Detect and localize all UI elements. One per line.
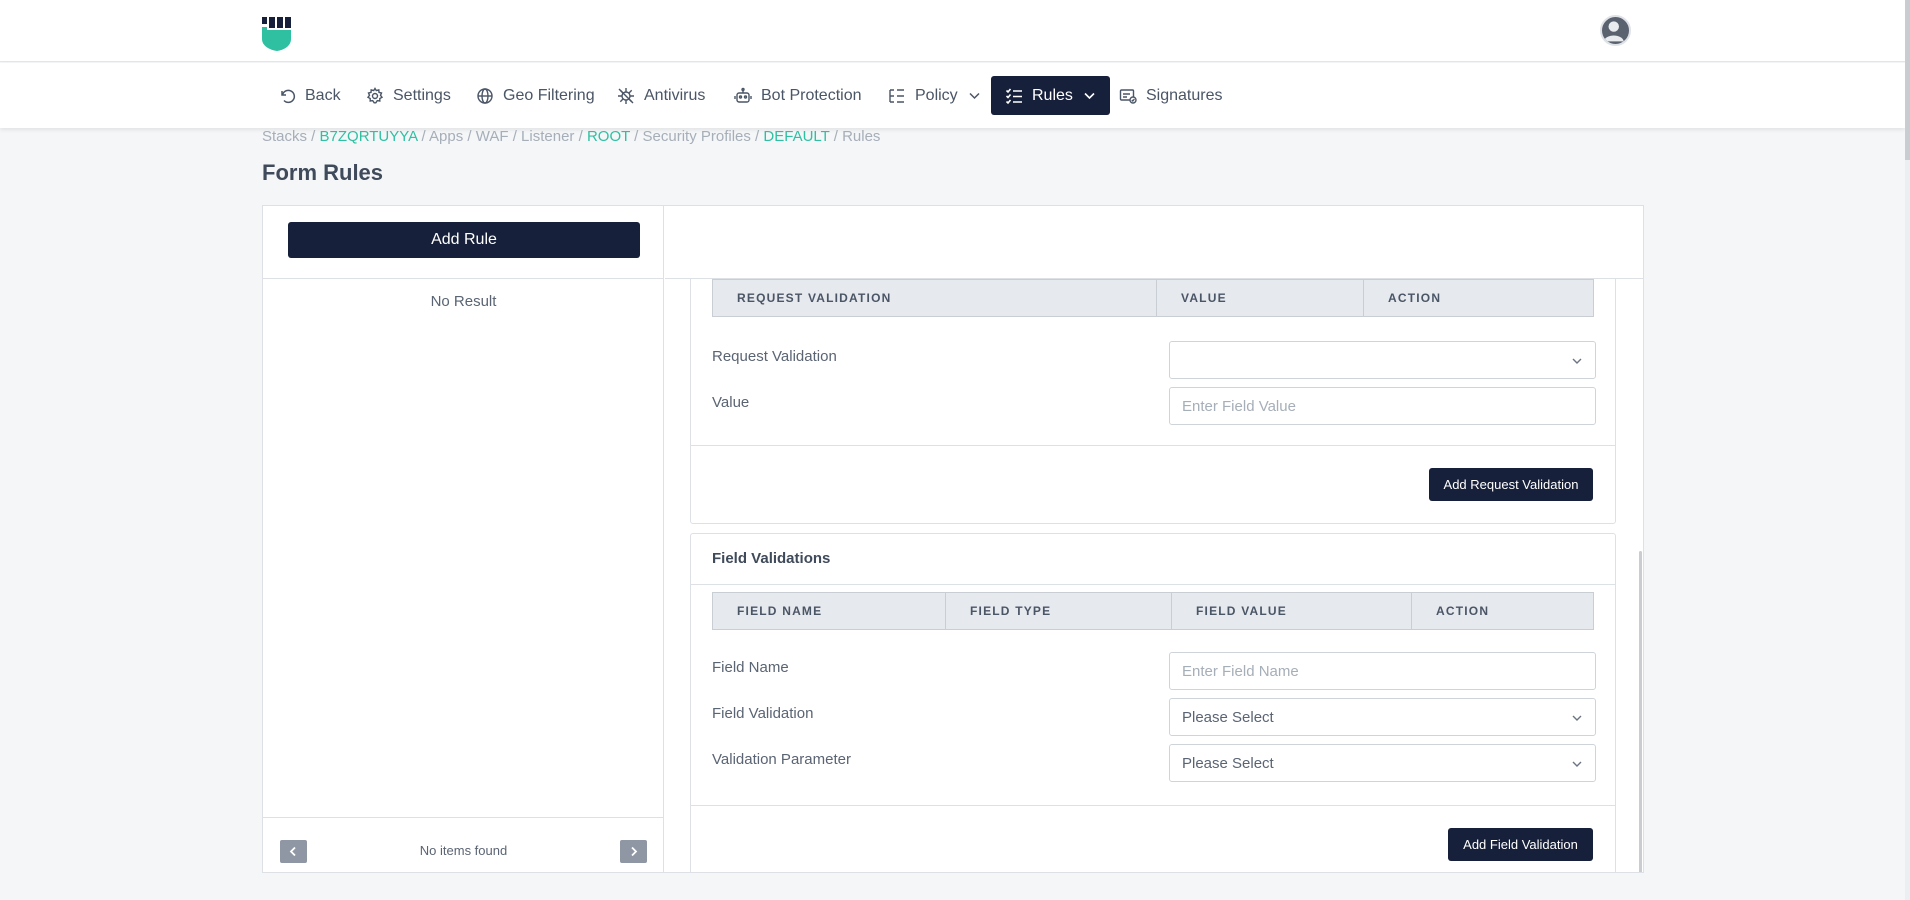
page-title: Form Rules — [262, 160, 384, 185]
chevron-right-icon — [631, 846, 638, 857]
nav-bar: Back Settings Geo Filtering Antivirus Bo… — [0, 63, 1905, 128]
rules-panel: Add Rule No Result No items found REQUES… — [262, 205, 1644, 873]
breadcrumb-rules: Rules — [842, 128, 881, 145]
breadcrumb-stacks[interactable]: Stacks — [262, 128, 307, 145]
column-header: FIELD VALUE — [1172, 593, 1412, 629]
field-validations-table-header: FIELD NAME FIELD TYPE FIELD VALUE ACTION — [712, 592, 1594, 630]
divider — [263, 278, 664, 279]
empty-list-message: No Result — [430, 293, 497, 310]
detail-scrollbar-thumb[interactable] — [1639, 551, 1642, 872]
request-validation-card: REQUEST VALIDATION VALUE ACTION Request … — [690, 279, 1616, 524]
nav-rules[interactable]: Rules — [991, 76, 1110, 115]
field-name-label: Field Name — [712, 659, 789, 676]
value-label: Value — [712, 394, 750, 411]
next-page-button[interactable] — [620, 840, 647, 863]
add-rule-button[interactable]: Add Rule — [288, 222, 640, 258]
pagination: No items found — [263, 817, 664, 872]
nav-back[interactable]: Back — [278, 76, 341, 115]
column-header: FIELD TYPE — [946, 593, 1172, 629]
field-validation-select-value: Please Select — [1182, 708, 1274, 726]
nav-geo-filtering-label: Geo Filtering — [503, 86, 595, 104]
breadcrumb-waf[interactable]: WAF — [476, 128, 509, 145]
value-input[interactable]: Enter Field Value — [1169, 387, 1596, 425]
breadcrumb-apps[interactable]: Apps — [429, 128, 463, 145]
validation-parameter-label: Validation Parameter — [712, 751, 851, 768]
divider — [691, 445, 1615, 446]
nav-back-label: Back — [305, 86, 341, 104]
field-validations-card: Field Validations FIELD NAME FIELD TYPE … — [690, 533, 1616, 872]
breadcrumb: Stacks / B7ZQRTUYYA / Apps / WAF / Liste… — [262, 128, 881, 145]
divider — [691, 805, 1615, 806]
nav-policy[interactable]: Policy — [888, 76, 981, 115]
rule-detail-area: REQUEST VALIDATION VALUE ACTION Request … — [665, 279, 1643, 872]
policy-icon — [889, 88, 904, 103]
request-validation-label: Request Validation — [712, 348, 837, 365]
undo-icon — [281, 89, 296, 103]
list-check-icon — [1005, 87, 1022, 104]
column-header: REQUEST VALIDATION — [713, 280, 1157, 316]
robot-icon — [734, 87, 752, 103]
user-avatar[interactable] — [1600, 15, 1631, 46]
add-request-validation-button[interactable]: Add Request Validation — [1429, 468, 1593, 501]
request-validation-select[interactable] — [1169, 341, 1596, 379]
column-header: ACTION — [1436, 604, 1490, 618]
breadcrumb-root[interactable]: ROOT — [587, 128, 630, 145]
nav-bot-protection-label: Bot Protection — [761, 86, 862, 104]
add-field-validation-button[interactable]: Add Field Validation — [1448, 828, 1593, 861]
nav-rules-label: Rules — [1032, 86, 1073, 104]
globe-icon — [477, 87, 493, 104]
nav-signatures[interactable]: Signatures — [1119, 76, 1223, 115]
column-header: FIELD NAME — [713, 593, 946, 629]
logo-icon[interactable] — [262, 17, 292, 51]
virus-icon — [618, 87, 634, 104]
nav-geo-filtering[interactable]: Geo Filtering — [476, 76, 595, 115]
divider — [691, 584, 1615, 585]
nav-antivirus[interactable]: Antivirus — [617, 76, 705, 115]
validation-parameter-select-value: Please Select — [1182, 754, 1274, 772]
column-header: VALUE — [1157, 280, 1364, 316]
breadcrumb-security-profiles[interactable]: Security Profiles — [643, 128, 751, 145]
nav-policy-label: Policy — [915, 86, 958, 104]
validation-parameter-select[interactable]: Please Select — [1169, 744, 1596, 782]
rules-list-column: Add Rule No Result No items found — [263, 206, 664, 872]
page-scrollbar-thumb[interactable] — [1905, 0, 1910, 160]
signature-icon — [1119, 88, 1137, 104]
field-validation-select[interactable]: Please Select — [1169, 698, 1596, 736]
chevron-down-icon — [969, 92, 980, 100]
column-header: ACTION — [1388, 291, 1442, 305]
nav-settings[interactable]: Settings — [366, 76, 451, 115]
gear-icon — [366, 86, 384, 103]
top-bar — [0, 0, 1905, 62]
pagination-status: No items found — [419, 843, 508, 858]
chevron-down-icon — [1084, 92, 1095, 100]
breadcrumb-listener[interactable]: Listener — [521, 128, 574, 145]
nav-antivirus-label: Antivirus — [644, 86, 706, 104]
nav-settings-label: Settings — [393, 86, 451, 104]
chevron-down-icon — [1572, 358, 1582, 364]
request-validation-table-header: REQUEST VALIDATION VALUE ACTION — [712, 279, 1594, 317]
chevron-down-icon — [1572, 761, 1582, 767]
field-name-input[interactable]: Enter Field Name — [1169, 652, 1596, 690]
breadcrumb-stack-id[interactable]: B7ZQRTUYYA — [320, 128, 418, 145]
nav-bot-protection[interactable]: Bot Protection — [734, 76, 862, 115]
chevron-down-icon — [1572, 715, 1582, 721]
breadcrumb-default[interactable]: DEFAULT — [763, 128, 829, 145]
field-validations-title: Field Validations — [712, 550, 831, 567]
field-validation-label: Field Validation — [712, 705, 814, 722]
nav-signatures-label: Signatures — [1146, 86, 1223, 104]
